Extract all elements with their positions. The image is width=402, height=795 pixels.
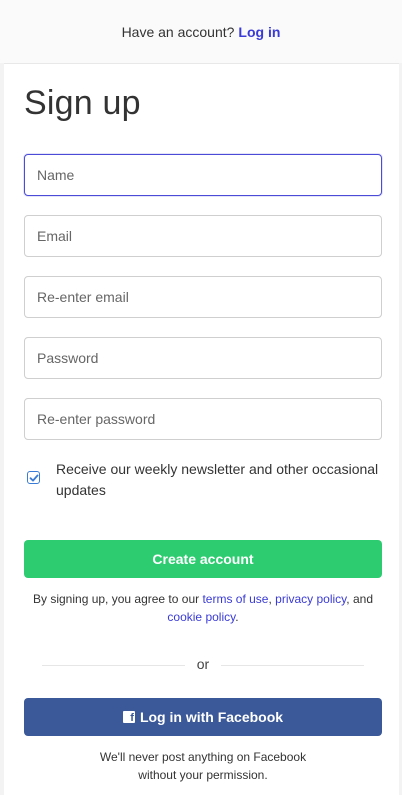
top-bar: Have an account? Log in <box>0 0 402 64</box>
name-field[interactable] <box>24 154 382 196</box>
privacy-policy-link[interactable]: privacy policy <box>275 592 346 606</box>
facebook-note-line1: We'll never post anything on Facebook <box>99 750 307 764</box>
facebook-note: We'll never post anything on Facebook wi… <box>24 748 382 784</box>
login-link[interactable]: Log in <box>238 24 280 40</box>
reenter-password-field[interactable] <box>24 398 382 440</box>
create-account-button[interactable]: Create account <box>24 540 382 578</box>
facebook-icon: f <box>122 711 135 724</box>
password-field[interactable] <box>24 337 382 379</box>
checkmark-icon <box>29 474 39 482</box>
newsletter-checkbox[interactable] <box>27 471 40 484</box>
have-account-text: Have an account? <box>121 23 235 40</box>
facebook-button-label: Log in with Facebook <box>139 709 284 725</box>
email-field[interactable] <box>24 215 382 257</box>
facebook-note-line2: without your permission. <box>138 768 268 782</box>
or-text: or <box>185 656 221 672</box>
cookie-policy-link[interactable]: cookie policy <box>167 610 235 624</box>
facebook-login-button[interactable]: f Log in with Facebook <box>24 698 382 736</box>
reenter-email-field[interactable] <box>24 276 382 318</box>
terms-prefix: By signing up, you agree to our <box>33 592 203 606</box>
newsletter-option: Receive our weekly newsletter and other … <box>24 459 382 503</box>
newsletter-label: Receive our weekly newsletter and other … <box>56 461 379 498</box>
terms-of-use-link[interactable]: terms of use <box>202 592 268 606</box>
page-title: Sign up <box>24 84 141 122</box>
terms-suffix: . <box>235 610 239 624</box>
terms-text: By signing up, you agree to our terms of… <box>24 590 382 626</box>
left-edge <box>0 63 4 795</box>
terms-and: , and <box>346 592 373 606</box>
